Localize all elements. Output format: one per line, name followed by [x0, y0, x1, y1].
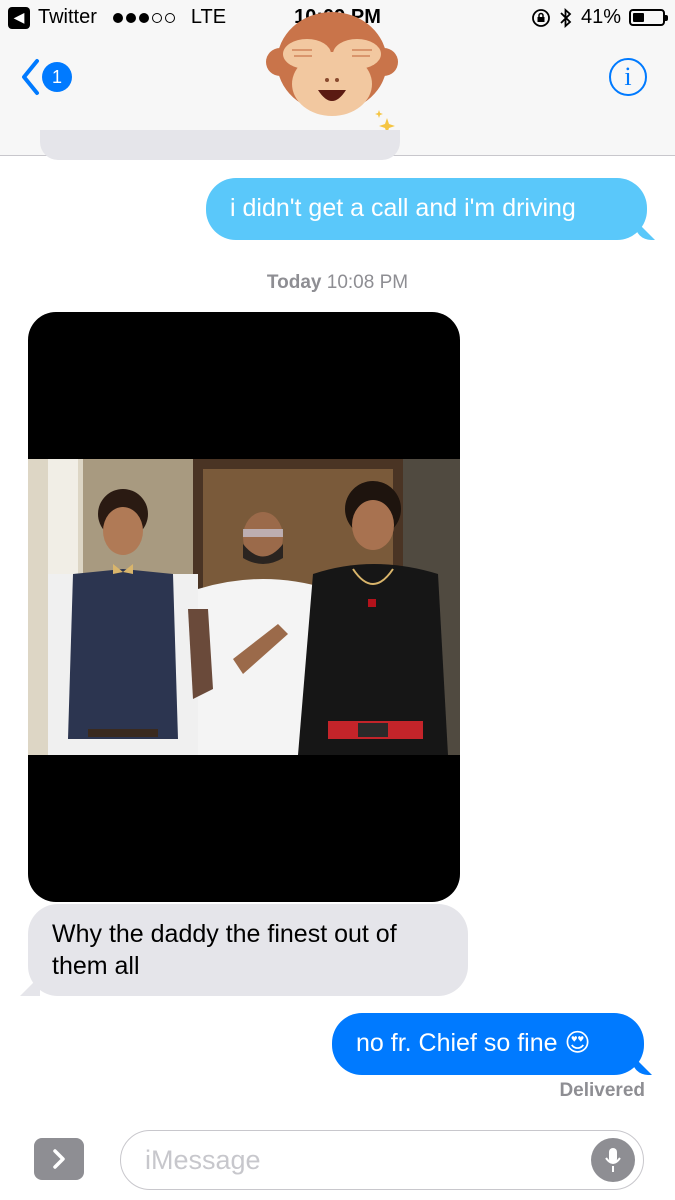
chevron-right-icon — [53, 1149, 65, 1169]
timestamp-time: 10:08 PM — [326, 272, 409, 293]
conversation-timestamp: Today 10:08 PM — [0, 272, 675, 294]
delivery-status: Delivered — [559, 1080, 645, 1101]
imessage-input[interactable]: iMessage — [120, 1130, 644, 1190]
message-composer: iMessage — [0, 1120, 675, 1200]
bluetooth-icon — [560, 7, 572, 28]
apps-drawer-button[interactable] — [34, 1138, 84, 1180]
timestamp-day: Today — [266, 272, 322, 293]
battery-percent: 41% — [580, 6, 621, 28]
message-text: no fr. Chief so fine 😍 — [356, 1029, 591, 1057]
rotation-lock-icon — [532, 8, 550, 27]
status-right: 41% — [531, 6, 668, 29]
message-text: i didn't get a call and i'm driving — [230, 194, 576, 222]
input-placeholder: iMessage — [145, 1145, 261, 1175]
battery-fill — [633, 13, 645, 22]
previous-message-bubble — [40, 130, 400, 160]
microphone-icon — [605, 1148, 621, 1172]
dictation-button[interactable] — [591, 1138, 635, 1182]
back-button[interactable]: 1 — [20, 58, 72, 96]
unread-count-badge: 1 — [42, 62, 72, 92]
photo-image — [28, 459, 460, 755]
incoming-message-bubble[interactable]: Why the daddy the finest out of them all — [28, 904, 468, 996]
contact-avatar-monkey-icon[interactable] — [262, 0, 402, 130]
chevron-left-icon — [22, 59, 39, 95]
outgoing-sms-bubble[interactable]: i didn't get a call and i'm driving — [206, 178, 647, 240]
outgoing-imessage-bubble[interactable]: no fr. Chief so fine 😍 — [332, 1013, 644, 1075]
incoming-photo-message[interactable] — [28, 312, 460, 902]
message-text: Why the daddy the finest out of them all — [52, 920, 397, 980]
info-button[interactable]: i — [609, 58, 647, 96]
battery-icon — [629, 9, 668, 26]
